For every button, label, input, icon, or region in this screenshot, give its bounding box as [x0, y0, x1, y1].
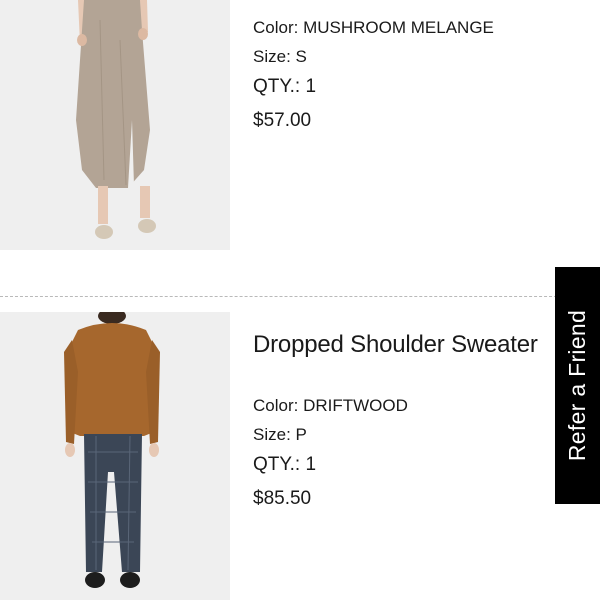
sweater-model-illustration: [0, 312, 230, 600]
size-value: S: [295, 47, 307, 66]
product-details: Color: MUSHROOM MELANGE Size: S QTY.: 1 …: [253, 18, 553, 132]
product-image[interactable]: [0, 0, 230, 250]
product-item: Color: MUSHROOM MELANGE Size: S QTY.: 1 …: [0, 0, 600, 250]
item-divider: [0, 296, 582, 297]
product-image[interactable]: [0, 312, 230, 600]
product-price: $85.50: [253, 488, 312, 509]
product-quantity: QTY.: 1: [253, 454, 317, 475]
color-value: MUSHROOM MELANGE: [303, 18, 494, 37]
product-name[interactable]: Dropped Shoulder Sweater: [253, 330, 558, 360]
dress-model-illustration: [0, 0, 230, 250]
color-value: DRIFTWOOD: [303, 396, 408, 415]
product-color: Color: DRIFTWOOD: [253, 396, 408, 415]
order-summary-page: Color: MUSHROOM MELANGE Size: S QTY.: 1 …: [0, 0, 600, 600]
quantity-value: 1: [305, 454, 317, 475]
quantity-value: 1: [305, 76, 317, 97]
refer-a-friend-label: Refer a Friend: [564, 309, 590, 462]
product-details: Dropped Shoulder Sweater Color: DRIFTWOO…: [253, 330, 553, 510]
size-value: P: [295, 425, 307, 444]
product-size: Size: S: [253, 47, 307, 66]
product-price: $57.00: [253, 110, 312, 131]
refer-a-friend-tab[interactable]: Refer a Friend: [555, 267, 600, 504]
product-quantity: QTY.: 1: [253, 76, 317, 97]
product-size: Size: P: [253, 425, 307, 444]
product-item: Dropped Shoulder Sweater Color: DRIFTWOO…: [0, 312, 600, 600]
product-color: Color: MUSHROOM MELANGE: [253, 18, 494, 37]
